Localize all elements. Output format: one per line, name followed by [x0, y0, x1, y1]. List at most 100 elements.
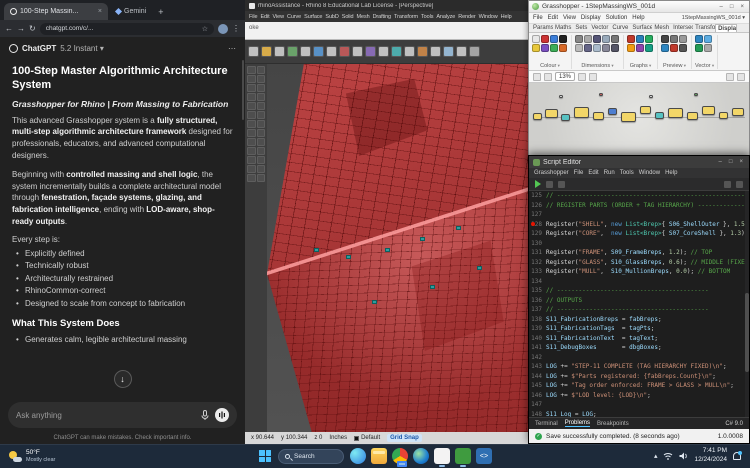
palette-group-label[interactable]: Colour	[532, 63, 568, 69]
gh-component-node[interactable]	[732, 108, 744, 116]
gh-menu-display[interactable]: Display	[581, 15, 601, 21]
close-icon[interactable]: ×	[738, 4, 746, 10]
rhino-menu-edit[interactable]: Edit	[260, 14, 269, 20]
se-menu-file[interactable]: File	[574, 170, 584, 176]
palette-group-label[interactable]: Vector	[695, 63, 714, 69]
rhino-sidebar-icon[interactable]	[247, 93, 256, 101]
rhino-toolbar-icon[interactable]	[248, 46, 259, 57]
rhino-sidebar-icon[interactable]	[256, 165, 265, 173]
wifi-icon[interactable]	[663, 452, 673, 460]
rhino-sidebar-icon[interactable]	[256, 93, 265, 101]
chat-scrollbar[interactable]	[242, 60, 244, 120]
gh-tab-surface[interactable]: Surface	[630, 24, 652, 32]
gh-component-node[interactable]	[649, 95, 653, 98]
component-icon[interactable]	[679, 44, 687, 52]
editor-scrollbar[interactable]	[745, 191, 749, 417]
stop-icon[interactable]	[546, 180, 553, 188]
settings-gear-icon[interactable]	[724, 180, 731, 188]
rhino-menu-window[interactable]: Window	[479, 14, 498, 20]
gh-tab-vector[interactable]: Vector	[589, 24, 610, 32]
rhino-taskbar-icon[interactable]	[434, 448, 450, 467]
close-tab-icon[interactable]: ×	[98, 8, 102, 15]
preview-settings-icon[interactable]	[726, 72, 734, 81]
run-script-button[interactable]	[535, 180, 541, 188]
rhino-sidebar-icon[interactable]	[247, 120, 256, 128]
debug-icon[interactable]	[558, 180, 565, 188]
component-icon[interactable]	[670, 35, 678, 43]
rhino-sidebar-icon[interactable]	[256, 174, 265, 182]
rhino-menu-mesh[interactable]: Mesh	[357, 14, 370, 20]
gh-menu-file[interactable]: File	[533, 15, 543, 21]
rhino-menu-render[interactable]: Render	[458, 14, 476, 20]
rhino-toolbar-icon[interactable]	[430, 46, 441, 57]
component-icon[interactable]	[636, 44, 644, 52]
se-menu-grasshopper[interactable]: Grasshopper	[534, 170, 569, 176]
panel-tab-problems[interactable]: Problems	[564, 420, 591, 427]
zoom-level[interactable]: 13%	[555, 72, 576, 81]
rhino-sidebar-icon[interactable]	[256, 111, 265, 119]
rhino-toolbar-icon[interactable]	[443, 46, 454, 57]
rhino-sidebar-icon[interactable]	[247, 156, 256, 164]
layout-icon[interactable]	[736, 180, 743, 188]
gh-tab-display[interactable]: Display	[715, 24, 738, 32]
component-icon[interactable]	[541, 44, 549, 52]
component-icon[interactable]	[645, 44, 653, 52]
clock[interactable]: 7:41 PM 12/24/2024	[694, 447, 727, 465]
component-icon[interactable]	[627, 44, 635, 52]
edge-taskbar-icon[interactable]	[413, 448, 429, 464]
weather-widget[interactable]: 50°F Mostly clear	[0, 444, 64, 468]
message-input[interactable]: Ask anything	[8, 402, 237, 428]
gh-component-node[interactable]	[561, 114, 570, 121]
url-bar[interactable]: chatgpt.com/c/... ☆	[39, 22, 214, 35]
pointer-tool-icon[interactable]	[533, 72, 541, 81]
perspective-viewport[interactable]	[267, 64, 530, 432]
gh-menu-view[interactable]: View	[563, 15, 576, 21]
component-icon[interactable]	[636, 35, 644, 43]
rhino-menu-transform[interactable]: Transform	[394, 14, 418, 20]
component-icon[interactable]	[661, 35, 669, 43]
gh-component-node[interactable]	[559, 95, 563, 98]
rhino-sidebar-icon[interactable]	[247, 84, 256, 92]
rhino-sidebar-icon[interactable]	[247, 75, 256, 83]
component-icon[interactable]	[593, 35, 601, 43]
gh-component-node[interactable]	[668, 108, 683, 118]
grasshopper-taskbar-icon[interactable]	[455, 448, 471, 467]
active-layer[interactable]: Default	[354, 435, 380, 441]
component-icon[interactable]	[532, 35, 540, 43]
gh-component-node[interactable]	[702, 106, 715, 115]
rhino-toolbar-icon[interactable]	[365, 46, 376, 57]
gh-tab-params[interactable]: Params	[531, 24, 553, 32]
gh-menu-edit[interactable]: Edit	[548, 15, 558, 21]
component-icon[interactable]	[695, 44, 703, 52]
rhino-sidebar-icon[interactable]	[256, 84, 265, 92]
component-icon[interactable]	[541, 35, 549, 43]
gh-component-node[interactable]	[608, 108, 617, 115]
profile-avatar[interactable]	[218, 23, 228, 34]
palette-group-label[interactable]: Graphs	[627, 63, 654, 69]
rhino-menu-view[interactable]: View	[273, 14, 285, 20]
gh-tab-transform[interactable]: Transform	[693, 24, 715, 32]
file-explorer-taskbar-icon[interactable]	[371, 448, 387, 464]
rhino-sidebar-icon[interactable]	[247, 102, 256, 110]
rhino-toolbar-icon[interactable]	[391, 46, 402, 57]
gh-tab-maths[interactable]: Maths	[553, 24, 573, 32]
rhino-command-line[interactable]: oke	[245, 22, 530, 40]
component-icon[interactable]	[670, 44, 678, 52]
rhino-toolbar-icon[interactable]	[261, 46, 272, 57]
gh-menu-help[interactable]: Help	[632, 15, 644, 21]
camera-icon[interactable]	[737, 72, 745, 81]
grid-snap-toggle[interactable]: Grid Snap	[387, 434, 422, 442]
rhino-toolbar-icon[interactable]	[378, 46, 389, 57]
rhino-toolbar-icon[interactable]	[287, 46, 298, 57]
rhino-toolbar-icon[interactable]	[274, 46, 285, 57]
component-icon[interactable]	[550, 35, 558, 43]
rhino-menu-help[interactable]: Help	[501, 14, 512, 20]
palette-group-label[interactable]: Dimensions	[575, 63, 620, 69]
gh-tab-sets[interactable]: Sets	[573, 24, 589, 32]
se-menu-run[interactable]: Run	[604, 170, 615, 176]
rhino-toolbar-icon[interactable]	[300, 46, 311, 57]
rhino-toolbar-icon[interactable]	[417, 46, 428, 57]
maximize-icon[interactable]: □	[728, 4, 736, 10]
forward-icon[interactable]: →	[17, 24, 25, 33]
code-taskbar-icon[interactable]	[476, 448, 492, 464]
